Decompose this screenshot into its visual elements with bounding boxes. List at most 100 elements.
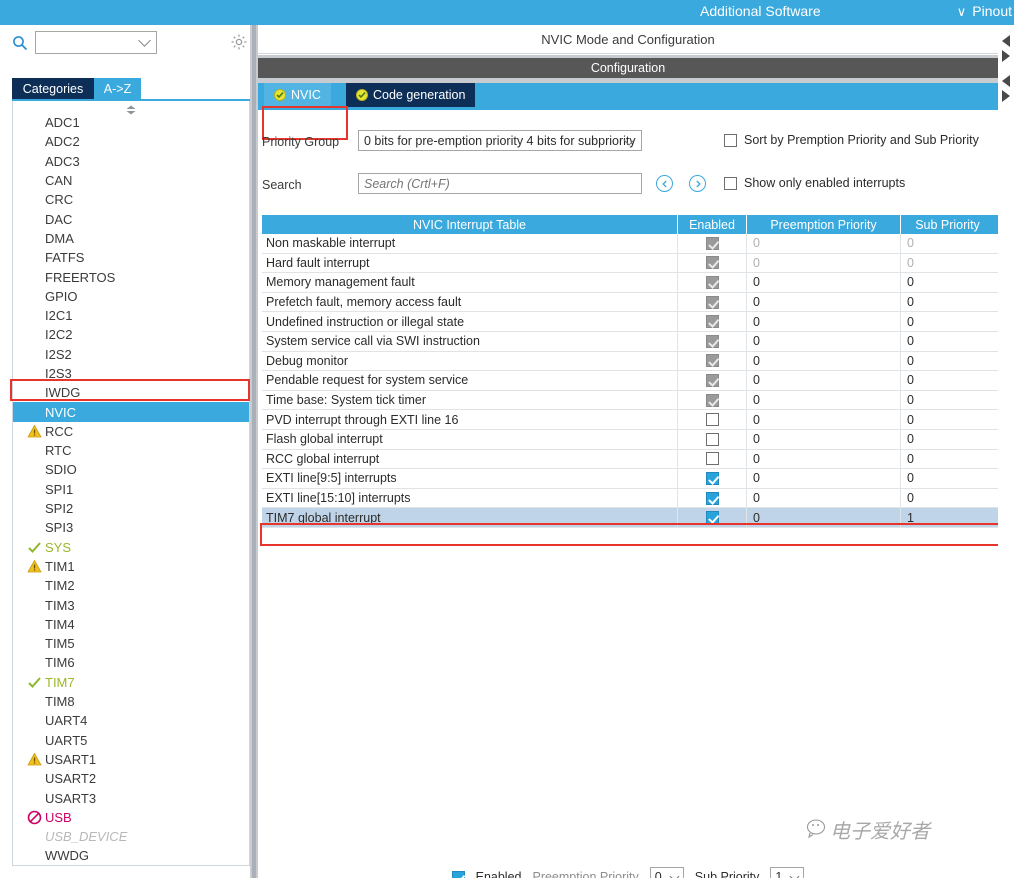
sub-priority-cell[interactable]: 0 — [901, 312, 994, 331]
sub-priority-cell[interactable]: 0 — [901, 352, 994, 371]
enabled-cell[interactable] — [678, 390, 747, 410]
sidebar-item-i2c2[interactable]: I2C2 — [13, 325, 249, 344]
sub-priority-cell[interactable]: 0 — [901, 371, 994, 390]
enabled-cell[interactable] — [678, 234, 747, 253]
search-next-button[interactable] — [689, 175, 706, 192]
sidebar-item-tim8[interactable]: TIM8 — [13, 692, 249, 711]
enabled-cell[interactable] — [678, 351, 747, 371]
enabled-checkbox[interactable] — [705, 432, 719, 446]
enabled-cell[interactable] — [678, 312, 747, 331]
preemption-priority-cell[interactable]: 0 — [747, 449, 901, 469]
preemption-priority-cell[interactable]: 0 — [747, 469, 901, 488]
enabled-checkbox[interactable] — [705, 413, 719, 427]
sort-by-priority-checkbox-row[interactable]: Sort by Premption Priority and Sub Prior… — [724, 133, 979, 147]
preemption-priority-cell[interactable]: 0 — [747, 508, 901, 527]
sidebar-item-dma[interactable]: DMA — [13, 229, 249, 248]
preemption-priority-cell[interactable]: 0 — [747, 273, 901, 292]
sidebar-item-freertos[interactable]: FREERTOS — [13, 267, 249, 286]
enabled-checkbox[interactable] — [705, 452, 719, 466]
search-prev-button[interactable] — [656, 175, 673, 192]
enabled-cell[interactable] — [678, 488, 747, 508]
sidebar-item-uart4[interactable]: UART4 — [13, 711, 249, 730]
sidebar-item-fatfs[interactable]: FATFS — [13, 248, 249, 267]
preemption-priority-cell[interactable]: 0 — [747, 390, 901, 410]
sidebar-item-tim6[interactable]: TIM6 — [13, 653, 249, 672]
preemption-priority-cell[interactable]: 0 — [747, 292, 901, 312]
tab-a-to-z[interactable]: A->Z — [94, 78, 141, 99]
search-input[interactable] — [358, 173, 642, 194]
sub-priority-cell[interactable]: 0 — [901, 410, 994, 429]
enabled-checkbox[interactable] — [705, 511, 719, 525]
sidebar-item-rtc[interactable]: RTC — [13, 441, 249, 460]
sidebar-item-i2c1[interactable]: I2C1 — [13, 306, 249, 325]
sidebar-item-wwdg[interactable]: WWDG — [13, 846, 249, 865]
table-row[interactable]: EXTI line[15:10] interrupts 0 0 — [262, 488, 998, 509]
sub-priority-cell[interactable]: 0 — [901, 430, 994, 449]
table-row[interactable]: Hard fault interrupt 0 0 — [262, 253, 998, 274]
sidebar-item-rcc[interactable]: RCC — [13, 422, 249, 441]
show-enabled-checkbox[interactable] — [724, 176, 737, 190]
sub-priority-cell[interactable]: 0 — [901, 273, 994, 292]
sub-priority-cell[interactable]: 0 — [901, 254, 994, 273]
sidebar-item-usb_device[interactable]: USB_DEVICE — [13, 827, 249, 846]
enabled-cell[interactable] — [678, 429, 747, 449]
table-row[interactable]: Pendable request for system service 0 0 — [262, 371, 998, 391]
preemption-priority-cell[interactable]: 0 — [747, 351, 901, 371]
column-header-preemption[interactable]: Preemption Priority — [747, 215, 901, 234]
table-row[interactable]: Flash global interrupt 0 0 — [262, 429, 998, 450]
scroll-up-icon[interactable] — [124, 102, 138, 115]
sub-priority-cell[interactable]: 0 — [901, 293, 994, 312]
sidebar-item-usart3[interactable]: USART3 — [13, 788, 249, 807]
sidebar-item-sys[interactable]: SYS — [13, 538, 249, 557]
sidebar-item-usb[interactable]: USB — [13, 808, 249, 827]
enabled-cell[interactable] — [678, 410, 747, 429]
sidebar-item-tim5[interactable]: TIM5 — [13, 634, 249, 653]
preemption-priority-cell[interactable]: 0 — [747, 312, 901, 331]
sidebar-item-adc1[interactable]: ADC1 — [13, 113, 249, 132]
ip-search-combo[interactable] — [35, 31, 157, 54]
sidebar-item-usart1[interactable]: USART1 — [13, 750, 249, 769]
preemption-priority-cell[interactable]: 0 — [747, 253, 901, 273]
sidebar-item-i2s3[interactable]: I2S3 — [13, 364, 249, 383]
enabled-cell[interactable] — [678, 331, 747, 351]
enabled-cell[interactable] — [678, 292, 747, 312]
sidebar-item-tim7[interactable]: TIM7 — [13, 673, 249, 692]
preemption-priority-cell[interactable]: 0 — [747, 429, 901, 449]
preemption-priority-cell[interactable]: 0 — [747, 331, 901, 351]
panel-divider[interactable] — [250, 25, 258, 878]
table-row[interactable]: Debug monitor 0 0 — [262, 351, 998, 372]
tab-categories[interactable]: Categories — [12, 78, 94, 99]
sub-priority-cell[interactable]: 0 — [901, 469, 994, 488]
sub-priority-cell[interactable]: 0 — [901, 234, 994, 253]
table-row[interactable]: System service call via SWI instruction 0… — [262, 331, 998, 352]
sidebar-item-can[interactable]: CAN — [13, 171, 249, 190]
sort-by-priority-checkbox[interactable] — [724, 133, 737, 147]
enabled-checkbox[interactable] — [451, 870, 465, 878]
sidebar-item-tim1[interactable]: TIM1 — [13, 557, 249, 576]
sidebar-item-iwdg[interactable]: IWDG — [13, 383, 249, 402]
sub-priority-select[interactable]: 1 — [770, 867, 805, 878]
sidebar-item-gpio[interactable]: GPIO — [13, 287, 249, 306]
enabled-cell[interactable] — [678, 469, 747, 488]
preemption-priority-cell[interactable]: 0 — [747, 234, 901, 253]
pinout-menu[interactable]: ∨ Pinout — [957, 3, 1012, 20]
sidebar-item-spi2[interactable]: SPI2 — [13, 499, 249, 518]
sidebar-item-usart2[interactable]: USART2 — [13, 769, 249, 788]
table-row[interactable]: RCC global interrupt 0 0 — [262, 449, 998, 470]
enabled-cell[interactable] — [678, 371, 747, 390]
sidebar-item-crc[interactable]: CRC — [13, 190, 249, 209]
column-header-enabled[interactable]: Enabled — [678, 215, 747, 234]
preemption-priority-cell[interactable]: 0 — [747, 488, 901, 508]
gear-icon[interactable] — [230, 33, 248, 51]
show-enabled-checkbox-row[interactable]: Show only enabled interrupts — [724, 176, 905, 190]
preemption-priority-select[interactable]: 0 — [649, 867, 684, 878]
enabled-checkbox[interactable] — [705, 471, 719, 485]
ip-list-container[interactable]: ADC1 ADC2 ADC3 CAN CRC DAC DMA FATFS FREERTOS GPI… — [12, 101, 250, 866]
table-row[interactable]: Memory management fault 0 0 — [262, 273, 998, 293]
sub-priority-cell[interactable]: 1 — [901, 508, 994, 527]
sub-priority-cell[interactable]: 0 — [901, 489, 994, 508]
sidebar-item-sdio[interactable]: SDIO — [13, 460, 249, 479]
table-row[interactable]: PVD interrupt through EXTI line 16 0 0 — [262, 410, 998, 430]
right-collapse-arrows[interactable] — [998, 25, 1014, 878]
table-row[interactable]: TIM7 global interrupt 0 1 — [262, 508, 998, 528]
